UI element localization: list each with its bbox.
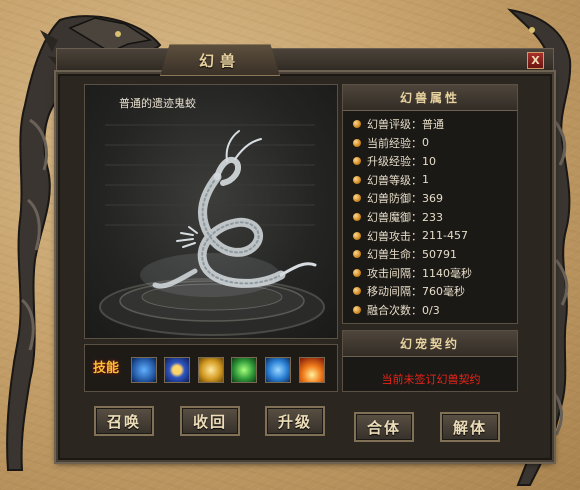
- skills-label: 技能: [93, 361, 120, 376]
- attribute-label: 幻兽魔御：: [367, 211, 422, 224]
- bullet-icon: [353, 194, 361, 203]
- bullet-icon: [353, 268, 361, 277]
- bullet-icon: [353, 213, 361, 221]
- attribute-row: 幻兽评级： 普通: [353, 115, 444, 133]
- bullet-icon: [353, 231, 361, 240]
- attribute-value: 0: [422, 136, 429, 150]
- attribute-row: 幻兽生命： 50791: [353, 245, 457, 263]
- attribute-label: 幻兽防御：: [367, 192, 422, 206]
- blue-beast-skill-icon[interactable]: [131, 357, 157, 383]
- green-poison-skill-icon[interactable]: [231, 357, 257, 383]
- attribute-row: 攻击间隔： 1140毫秒: [353, 264, 472, 282]
- skills-bar: 技能: [84, 344, 338, 392]
- attribute-value: 50791: [422, 247, 457, 261]
- close-button[interactable]: X: [527, 52, 544, 69]
- attribute-value: 1: [422, 173, 429, 187]
- attribute-row: 升级经验： 10: [353, 152, 436, 170]
- pet-attributes-panel: 幻兽属性 幻兽评级： 普通 当前经验： 0 升级经验： 10 幻兽等级： 1 幻兽防御： 369 幻…: [342, 84, 518, 324]
- window-title: 幻兽: [198, 51, 241, 70]
- pet-contract-panel: 幻宠契约 当前未签订幻兽契约: [342, 330, 518, 392]
- attribute-value: 760毫秒: [422, 285, 465, 299]
- attribute-label: 当前经验：: [367, 136, 422, 150]
- contract-status: 当前未签订幻兽契约: [381, 373, 481, 386]
- attribute-row: 当前经验： 0: [353, 134, 429, 152]
- contract-header: 幻宠契约: [343, 331, 517, 357]
- golden-shield-skill-icon[interactable]: [198, 357, 224, 383]
- attribute-row: 幻兽等级： 1: [353, 171, 429, 189]
- pet-name: 普通的遗迹鬼蛟: [119, 97, 196, 110]
- attribute-label: 移动间隔：: [367, 285, 422, 299]
- dismiss-button[interactable]: 解体: [440, 412, 500, 442]
- attribute-label: 升级经验：: [367, 155, 422, 169]
- merge-button[interactable]: 合体: [354, 412, 414, 442]
- attribute-label: 融合次数：: [367, 304, 422, 317]
- attributes-header: 幻兽属性: [343, 85, 517, 111]
- bullet-icon: [353, 120, 361, 128]
- attribute-value: 233: [422, 210, 443, 224]
- attribute-row: 移动间隔： 760毫秒: [353, 282, 465, 300]
- attribute-label: 幻兽攻击：: [367, 229, 422, 243]
- blue-wave-skill-icon[interactable]: [265, 357, 291, 383]
- attribute-row: 融合次数： 0/3: [353, 301, 440, 319]
- fire-skill-icon[interactable]: [299, 357, 325, 383]
- upgrade-button[interactable]: 升级: [265, 406, 325, 436]
- attribute-value: 1140毫秒: [422, 266, 472, 280]
- pet-model-view: 普通的遗迹鬼蛟: [84, 84, 338, 339]
- attribute-row: 幻兽防御： 369: [353, 189, 443, 207]
- summon-button[interactable]: 召唤: [94, 406, 154, 436]
- pet-model-render: [99, 124, 325, 336]
- attribute-value: 普通: [422, 118, 444, 131]
- recall-button[interactable]: 收回: [180, 406, 240, 436]
- attribute-label: 幻兽评级：: [367, 118, 422, 131]
- window-title-tab: 幻兽: [160, 44, 280, 76]
- bullet-icon: [353, 306, 361, 314]
- window-title-bar: [56, 48, 554, 74]
- blue-gold-armor-skill-icon[interactable]: [164, 357, 190, 383]
- attribute-row: 幻兽魔御： 233: [353, 208, 443, 226]
- attribute-value: 211-457: [422, 229, 468, 243]
- attribute-value: 369: [422, 191, 443, 205]
- attribute-value: 10: [422, 154, 436, 168]
- bullet-icon: [353, 250, 361, 259]
- attribute-label: 幻兽生命：: [367, 248, 422, 262]
- attribute-value: 0/3: [422, 303, 440, 317]
- attribute-label: 幻兽等级：: [367, 173, 422, 187]
- bullet-icon: [353, 287, 361, 296]
- bullet-icon: [353, 175, 361, 184]
- attribute-label: 攻击间隔：: [367, 266, 422, 280]
- attribute-row: 幻兽攻击： 211-457: [353, 227, 468, 245]
- bullet-icon: [353, 157, 361, 166]
- bullet-icon: [353, 138, 361, 147]
